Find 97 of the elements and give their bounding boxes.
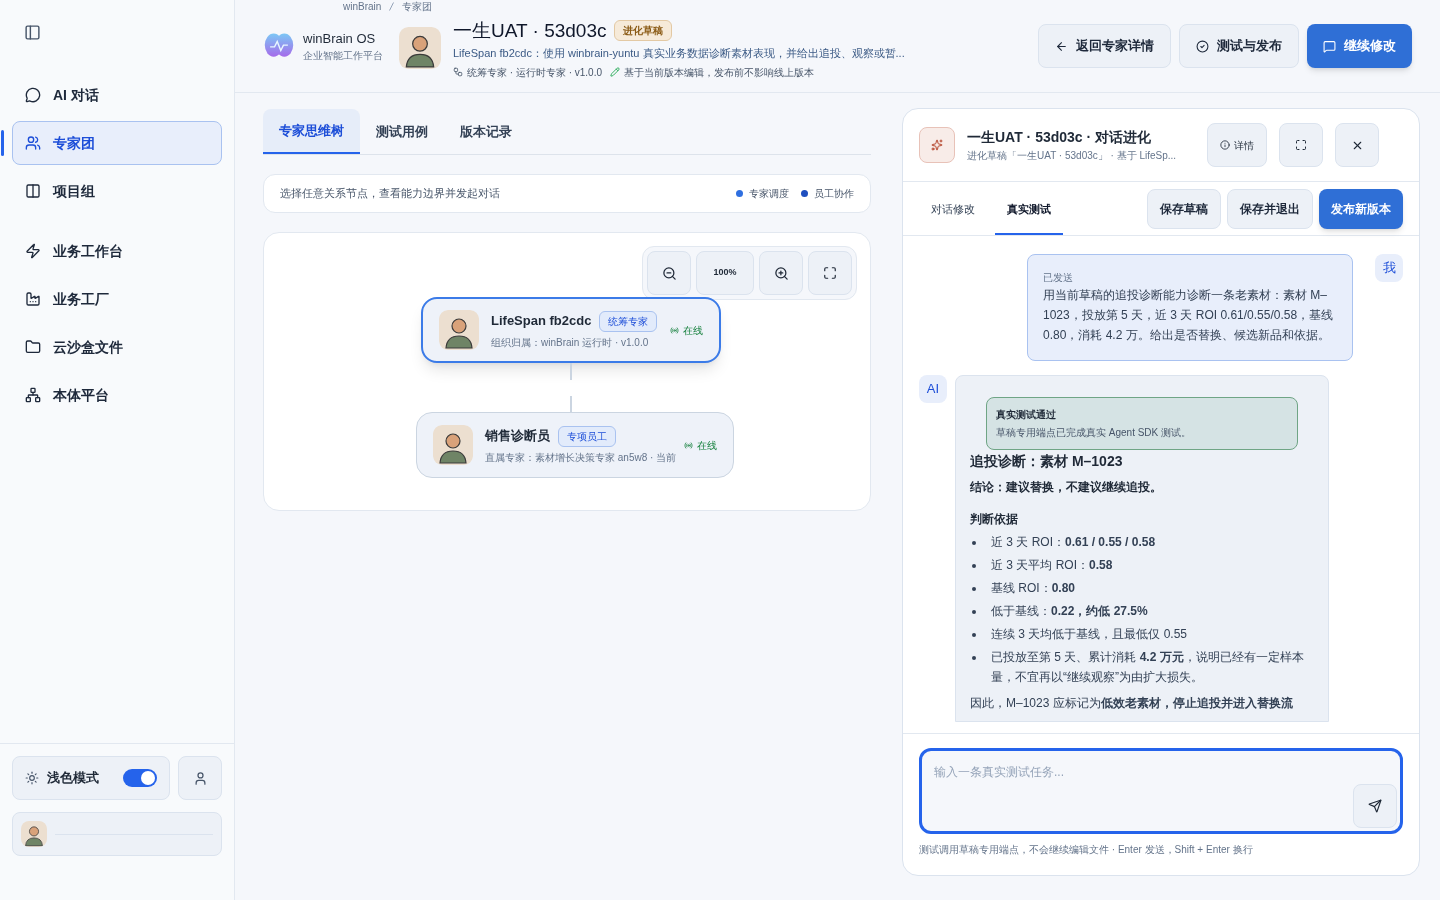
brand-name: winBrain OS [303,29,377,48]
sidebar-item[interactable]: 本体平台 [12,373,222,417]
expert-description: LifeSpan fb2cdc：使用 winbrain-yuntu 真实业务数据诊断素材表现，并给出追投、观察或暂... [453,46,905,61]
legend-label: 专家调度 [749,187,789,201]
node-status: 在线 [697,438,717,453]
message-status: 已发送 [1043,271,1074,285]
notice-title: 真实测试通过 [996,408,1057,422]
send-icon [1368,799,1382,813]
breadcrumb-item[interactable]: 专家团 [402,0,433,14]
hint-text: 选择任意关系节点，查看能力边界并发起对话 [280,186,501,202]
node-meta: 直属专家：素材增长决策专家 an5w8 · 当前 [485,450,678,465]
lightning-icon [25,243,41,259]
zoom-level-button[interactable]: 100% [696,251,754,295]
arrow-left-icon [1055,39,1068,53]
factory-icon [25,291,41,307]
folder-icon [25,339,41,355]
panel-tab[interactable]: 真实测试 [995,182,1063,235]
zoom-out-button[interactable] [647,251,691,295]
sidebar-item[interactable]: 业务工作台 [12,229,222,273]
bullet-text: 已投放至第 5 天、累计消耗 4.2 万元，说明已经有一定样本量，不宜再以“继续观察”为由扩大损失。 [990,649,1304,686]
user-icon [192,770,208,786]
draft-tag: 进化草稿 [614,20,673,42]
user-avatar [21,821,47,847]
bullet-text: 基线 ROI：0.80 [990,580,1077,597]
node-status: 在线 [683,323,703,338]
node-meta: 组织归属：winBrain 运行时 · v1.0.0 [491,335,650,350]
node-role-tag: 专项员工 [558,425,616,447]
task-input-field[interactable]: 输入一条真实测试任务... [919,748,1403,834]
panel-subtitle: 进化草稿「一生UAT · 53d03c」 · 基于 LifeSp... [967,149,1178,163]
expert-meta: 统筹专家 · 运行时专家 · v1.0.0 [467,65,602,80]
theme-switch[interactable] [123,769,157,787]
chat-bubble-icon [1323,39,1336,53]
expert-avatar [399,27,441,69]
sidebar-toggle-icon[interactable] [24,24,41,41]
details-button[interactable]: 详情 [1207,123,1267,167]
active-indicator [1,130,4,156]
reply-closing: 因此，M–1023 应标记为低效老素材，停止追投并进入替换流 [970,695,1294,712]
online-signal-icon [684,440,693,450]
node-avatar [433,425,473,465]
bullet-text: 连续 3 天均低于基线，且最低仅 0.55 [990,626,1189,643]
chat-bubble-icon [25,87,41,103]
expert-node[interactable]: LifeSpan fb2cdc 统筹专家 组织归属：winBrain 运行时 · v1.0.0 在线 [421,297,721,363]
legend-label: 员工协作 [814,187,854,201]
ai-avatar-badge: AI [919,375,947,403]
brand-subtitle: 企业智能工作平台 [303,49,383,64]
sun-icon [25,771,39,785]
sidebar-item[interactable]: 业务工厂 [12,277,222,321]
online-signal-icon [670,325,679,335]
bullet-text: 近 3 天 ROI：0.61 / 0.55 / 0.58 [990,534,1157,551]
node-name: 销售诊断员 [485,427,550,446]
panel-title: 一生UAT · 53d03c · 对话进化 [967,128,1153,147]
reply-conclusion: 结论：建议替换，不建议继续追投。 [970,479,1163,496]
fullscreen-icon [1295,139,1307,151]
edit-note: 基于当前版本编辑，发布前不影响线上版本 [624,65,814,80]
zoom-in-icon [773,265,789,281]
theme-label: 浅色模式 [47,769,100,788]
account-card[interactable] [12,812,222,856]
node-avatar [439,310,479,350]
user-button[interactable] [178,756,222,800]
network-icon [25,387,41,403]
reply-section-title: 判断依据 [970,511,1019,528]
node-role-tag: 统筹专家 [599,310,658,332]
check-circle-icon [1196,39,1209,53]
expert-node[interactable]: 销售诊断员 专项员工 直属专家：素材增长决策专家 an5w8 · 当前 在线 [416,412,734,478]
tab[interactable]: 专家思维树 [263,109,360,154]
panel-action-button[interactable]: 保存草稿 [1147,188,1221,229]
zoom-out-icon [661,265,677,281]
bullet-text: 近 3 天平均 ROI：0.58 [990,557,1114,574]
users-icon [25,135,41,151]
node-name: LifeSpan fb2cdc [491,312,592,331]
expert-title: 一生UAT · 53d03c [453,18,607,43]
message-text: 用当前草稿的追投诊断能力诊断一条老素材：素材 M–1023，投放第 5 天，近 3 天 ROI 0.61/0.55/0.58，基线 0.80，消耗 4.2 万。给出是否替换、候选新品和依据。 [1043,287,1335,344]
input-footnote: 测试调用草稿专用端点，不会继续编辑文件 · Enter 发送，Shift + Enter 换行 [919,843,1254,857]
header-button[interactable]: 测试与发布 [1179,24,1299,68]
fullscreen-icon [823,266,837,280]
header-button[interactable]: 返回专家详情 [1038,24,1171,68]
zoom-in-button[interactable] [759,251,803,295]
bullet-text: 低于基线：0.22，约低 27.5% [990,603,1149,620]
columns-icon [25,183,41,199]
sparkle-icon [931,139,943,151]
panel-action-button[interactable]: 发布新版本 [1319,188,1403,229]
info-icon [1220,140,1230,150]
panel-action-button[interactable]: 保存并退出 [1227,188,1313,229]
tab[interactable]: 测试用例 [360,109,444,154]
tab[interactable]: 版本记录 [444,109,528,154]
sidebar-item[interactable]: 项目组 [12,169,222,213]
breadcrumb-item[interactable]: winBrain [343,0,382,14]
header-button[interactable]: 继续修改 [1307,24,1412,68]
pencil-icon [610,67,620,77]
notice-text: 草稿专用端点已完成真实 Agent SDK 测试。 [996,426,1193,440]
send-button[interactable] [1353,784,1397,828]
sidebar-item[interactable]: AI 对话 [12,73,222,117]
slash-icon [389,2,395,11]
sidebar-item[interactable]: 云沙盒文件 [12,325,222,369]
reply-heading: 追投诊断：素材 M–1023 [970,452,1124,471]
panel-tab[interactable]: 对话修改 [919,182,987,235]
user-avatar-badge: 我 [1375,254,1403,282]
